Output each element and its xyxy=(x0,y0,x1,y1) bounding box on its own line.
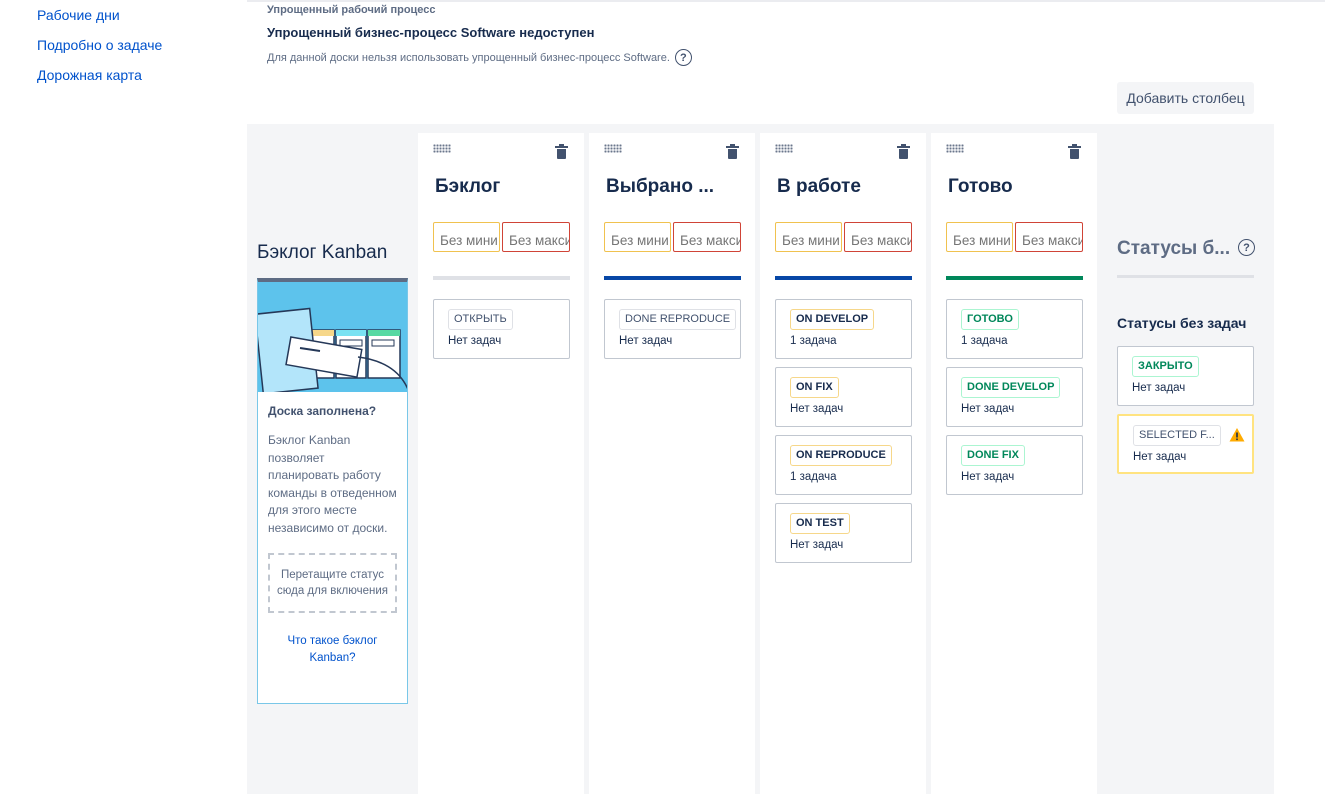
status-card[interactable]: DONE FIX Нет задач xyxy=(946,435,1083,495)
status-lozenge: DONE REPRODUCE xyxy=(619,309,737,330)
status-lozenge: ON DEVELOP xyxy=(790,309,875,330)
status-card[interactable]: SELECTED F... Нет задач xyxy=(1117,414,1254,474)
unmapped-statuses-divider xyxy=(1117,275,1254,278)
column-status-bar xyxy=(775,276,912,280)
backlog-description: Бэклог Kanban позволяет планировать рабо… xyxy=(268,433,397,535)
column-min-limit-input[interactable] xyxy=(946,222,1013,252)
sidebar-item-working-days[interactable]: Рабочие дни xyxy=(37,6,162,36)
column-status-bar xyxy=(604,276,741,280)
status-issue-count: Нет задач xyxy=(961,471,1015,483)
backlog-help-link[interactable]: Что такое бэклог Kanban? xyxy=(268,633,397,667)
status-lozenge: DONE FIX xyxy=(961,445,1025,466)
status-issue-count: Нет задач xyxy=(1132,382,1186,394)
status-lozenge: ОТКРЫТЬ xyxy=(448,309,513,330)
status-issue-count: Нет задач xyxy=(790,539,844,551)
backlog-illustration xyxy=(258,282,407,392)
drag-handle-icon[interactable] xyxy=(946,144,964,153)
status-card[interactable]: ГОТОВО 1 задача xyxy=(946,299,1083,359)
backlog-question: Доска заполнена? xyxy=(268,404,377,418)
column-max-limit-input[interactable] xyxy=(502,222,570,252)
status-issue-count: Нет задач xyxy=(448,335,502,347)
status-card[interactable]: ON DEVELOP 1 задача xyxy=(775,299,912,359)
drag-handle-icon[interactable] xyxy=(433,144,451,153)
workflow-label: Упрощенный рабочий процесс xyxy=(267,4,436,16)
status-issue-count: Нет задач xyxy=(961,403,1015,415)
drag-handle-icon[interactable] xyxy=(604,144,622,153)
column-status-bar xyxy=(433,276,570,280)
status-lozenge: ГОТОВО xyxy=(961,309,1019,330)
status-card[interactable]: ЗАКРЫТО Нет задач xyxy=(1117,346,1254,406)
top-divider xyxy=(247,0,1325,2)
status-lozenge: SELECTED F... xyxy=(1133,425,1221,446)
workflow-description: Для данной доски нельзя использовать упр… xyxy=(267,49,692,66)
board-column[interactable]: Выбрано ... DONE REPRODUCE Нет задач xyxy=(589,133,755,794)
warning-icon xyxy=(1229,428,1245,442)
sidebar-item-issue-detail[interactable]: Подробно о задаче xyxy=(37,36,162,66)
column-title[interactable]: Бэклог xyxy=(435,176,575,198)
status-lozenge: DONE DEVELOP xyxy=(961,377,1061,398)
drag-handle-icon[interactable] xyxy=(775,144,793,153)
column-max-limit-input[interactable] xyxy=(1015,222,1083,252)
backlog-card: Доска заполнена? Бэклог Kanban позволяет… xyxy=(257,278,408,704)
status-card[interactable]: ON TEST Нет задач xyxy=(775,503,912,563)
status-lozenge: ЗАКРЫТО xyxy=(1132,356,1199,377)
question-circle-icon[interactable]: ? xyxy=(1238,239,1255,256)
unmapped-statuses-subtitle: Статусы без задач xyxy=(1117,315,1247,331)
status-issue-count: Нет задач xyxy=(619,335,673,347)
status-card[interactable]: ON FIX Нет задач xyxy=(775,367,912,427)
column-title[interactable]: Выбрано ... xyxy=(606,176,746,198)
trash-icon[interactable] xyxy=(897,144,910,159)
sidebar-nav: Рабочие дни Подробно о задаче Дорожная к… xyxy=(37,6,162,96)
status-issue-count: Нет задач xyxy=(790,403,844,415)
workflow-description-text: Для данной доски нельзя использовать упр… xyxy=(267,51,670,64)
add-column-button[interactable]: Добавить столбец xyxy=(1117,82,1254,114)
status-issue-count: 1 задача xyxy=(790,335,837,347)
status-lozenge: ON REPRODUCE xyxy=(790,445,892,466)
sidebar-item-roadmap[interactable]: Дорожная карта xyxy=(37,66,162,96)
board-column[interactable]: В работе ON DEVELOP 1 задача ON FIX Нет … xyxy=(760,133,926,794)
column-min-limit-input[interactable] xyxy=(775,222,842,252)
status-issue-count: Нет задач xyxy=(1133,451,1187,463)
status-card[interactable]: DONE REPRODUCE Нет задач xyxy=(604,299,741,359)
status-lozenge: ON FIX xyxy=(790,377,839,398)
trash-icon[interactable] xyxy=(555,144,568,159)
trash-icon[interactable] xyxy=(726,144,739,159)
unmapped-statuses-title: Статусы б... xyxy=(1117,238,1231,259)
trash-icon[interactable] xyxy=(1068,144,1081,159)
workflow-title: Упрощенный бизнес-процесс Software недос… xyxy=(267,25,595,40)
status-dropzone[interactable]: Перетащите статус сюда для включения xyxy=(268,553,397,613)
column-title[interactable]: Готово xyxy=(948,176,1088,198)
column-status-bar xyxy=(946,276,1083,280)
status-card[interactable]: DONE DEVELOP Нет задач xyxy=(946,367,1083,427)
status-card[interactable]: ОТКРЫТЬ Нет задач xyxy=(433,299,570,359)
column-max-limit-input[interactable] xyxy=(844,222,912,252)
column-max-limit-input[interactable] xyxy=(673,222,741,252)
question-circle-icon[interactable]: ? xyxy=(674,49,692,66)
column-min-limit-input[interactable] xyxy=(433,222,500,252)
board-column[interactable]: Готово ГОТОВО 1 задача DONE DEVELOP Нет … xyxy=(931,133,1097,794)
status-card[interactable]: ON REPRODUCE 1 задача xyxy=(775,435,912,495)
column-min-limit-input[interactable] xyxy=(604,222,671,252)
status-lozenge: ON TEST xyxy=(790,513,850,534)
status-issue-count: 1 задача xyxy=(790,471,837,483)
column-title[interactable]: В работе xyxy=(777,176,917,198)
status-issue-count: 1 задача xyxy=(961,335,1008,347)
backlog-title: Бэклог Kanban xyxy=(257,242,388,263)
board-column[interactable]: Бэклог ОТКРЫТЬ Нет задач xyxy=(418,133,584,794)
